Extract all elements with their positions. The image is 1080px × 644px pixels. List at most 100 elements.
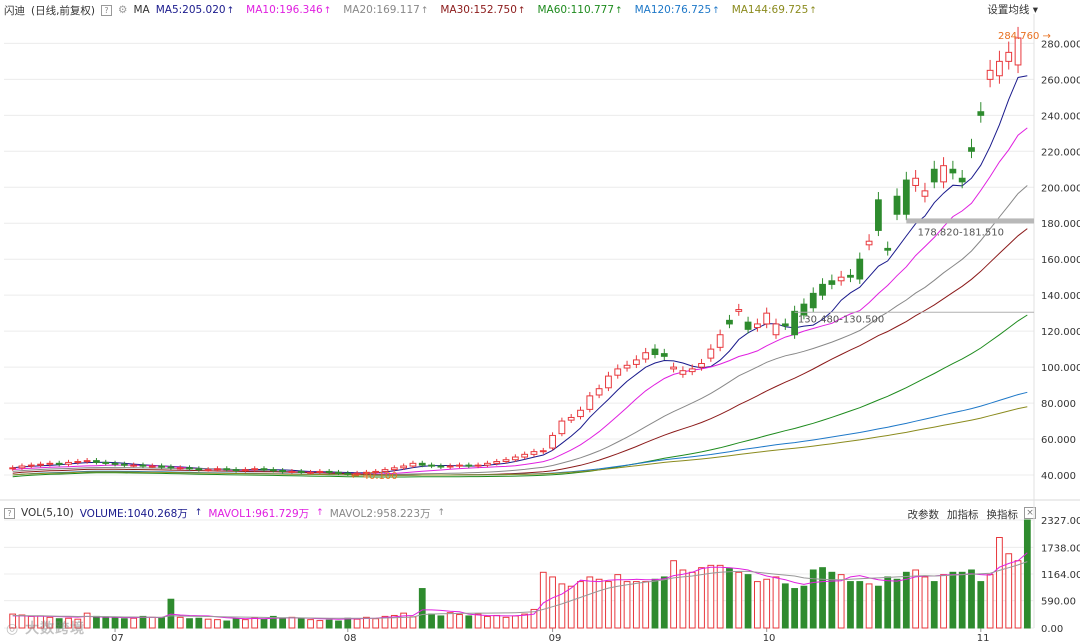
- candle-body: [651, 348, 659, 356]
- candle-body: [726, 319, 733, 325]
- candle-body: [623, 364, 631, 369]
- volume-bar: [847, 581, 854, 629]
- candle-body: [176, 467, 184, 470]
- volume-bar: [772, 576, 780, 629]
- volume-bar: [968, 569, 975, 629]
- candle-body: [977, 111, 985, 116]
- volume-bar: [539, 571, 547, 629]
- candle-body: [949, 168, 957, 174]
- candle-body: [195, 468, 203, 471]
- candle-body: [698, 363, 705, 368]
- y-tick-label: 200.000: [1041, 183, 1080, 194]
- candle-body: [269, 469, 277, 472]
- volume-bar: [409, 616, 417, 629]
- stock-chart[interactable]: 280.000260.000240.000220.000200.000180.0…: [0, 0, 1080, 644]
- candle-body: [763, 312, 771, 325]
- watermark-logo: ◎ 大数跨境: [6, 621, 86, 637]
- volume-bar: [698, 567, 705, 629]
- volume-bar: [986, 574, 994, 629]
- candle-body: [716, 334, 724, 348]
- candle-body: [223, 468, 231, 471]
- volume-bar: [484, 615, 491, 629]
- candle-body: [241, 469, 249, 472]
- volume-bar: [865, 583, 873, 629]
- volume-bar: [679, 569, 687, 629]
- y-tick-label: 60.000: [1041, 435, 1076, 446]
- volume-bar: [456, 614, 463, 629]
- y-tick-label: 260.000: [1041, 75, 1080, 86]
- volume-bar: [651, 578, 659, 629]
- candle-body: [530, 451, 538, 455]
- candle-body: [18, 465, 26, 469]
- candle-body: [474, 464, 482, 467]
- volume-bar: [428, 613, 435, 629]
- volume-bar: [493, 614, 501, 629]
- range1-band: [906, 218, 1034, 224]
- candle-body: [595, 388, 603, 396]
- candle-body: [65, 461, 72, 465]
- candle-body: [1014, 37, 1022, 66]
- volume-bar: [930, 581, 938, 629]
- volume-bar: [791, 588, 799, 629]
- volume-y-axis: 2327.00 1738.00 1164.00 590.00 0.00: [1041, 516, 1080, 635]
- volume-bar: [418, 588, 426, 629]
- volume-bar: [949, 571, 957, 629]
- volume-bar: [195, 617, 203, 629]
- volume-bar: [670, 560, 677, 629]
- candle-body: [605, 375, 612, 389]
- candle-body: [428, 464, 435, 467]
- volume-bar: [595, 578, 603, 629]
- volume-bar: [837, 574, 845, 629]
- volume-bar: [884, 576, 892, 629]
- candle-body: [837, 276, 845, 282]
- ma-lines: [12, 75, 1028, 478]
- volume-tick-label: 2327.00: [1041, 516, 1080, 527]
- ma5-line: [12, 75, 1028, 474]
- y-tick-label: 140.000: [1041, 291, 1080, 302]
- ma60-line: [12, 314, 1028, 478]
- candle-body: [521, 453, 529, 458]
- candle-body: [27, 464, 35, 467]
- candle-body: [549, 434, 556, 449]
- candle-body: [148, 465, 156, 468]
- candle-body: [558, 420, 566, 435]
- volume-bar: [660, 576, 668, 629]
- candle-body: [809, 292, 817, 309]
- candle-body: [120, 463, 128, 466]
- volume-bar: [335, 620, 342, 629]
- volume-bar: [977, 581, 985, 629]
- candle-body: [9, 467, 17, 470]
- volume-bar: [251, 617, 259, 629]
- y-tick-label: 240.000: [1041, 111, 1080, 122]
- volume-tick-label: 1738.00: [1041, 543, 1080, 554]
- volume-bar: [819, 567, 826, 629]
- volume-bar: [502, 616, 510, 629]
- candle-body: [865, 240, 873, 246]
- candle-body: [986, 69, 994, 80]
- candle-body: [847, 274, 854, 278]
- volume-bar: [83, 612, 91, 629]
- candle-body: [940, 165, 947, 183]
- candle-body: [46, 462, 54, 465]
- candle-body: [660, 353, 668, 357]
- volume-bar: [307, 619, 314, 629]
- y-tick-label: 220.000: [1041, 147, 1080, 158]
- volume-bar: [893, 578, 901, 629]
- candle-body: [679, 370, 687, 375]
- candle-body: [707, 348, 715, 359]
- volume-tick-label: 1164.00: [1041, 570, 1080, 581]
- candle-body: [614, 368, 622, 376]
- candle-body: [567, 416, 575, 421]
- price-y-axis: 280.000260.000240.000220.000200.000180.0…: [1041, 39, 1080, 482]
- x-tick-label: 09: [549, 633, 562, 644]
- candle-body: [316, 470, 324, 473]
- x-tick-label: 08: [344, 633, 357, 644]
- candle-body: [418, 462, 426, 466]
- candle-body: [893, 195, 901, 215]
- volume-tick-label: 0.00: [1041, 624, 1063, 635]
- volume-bar: [735, 571, 743, 629]
- candle-body: [167, 466, 175, 469]
- candle-body: [335, 471, 342, 474]
- range2-label: 130.480-130.500: [798, 314, 884, 325]
- candle-body: [325, 470, 333, 473]
